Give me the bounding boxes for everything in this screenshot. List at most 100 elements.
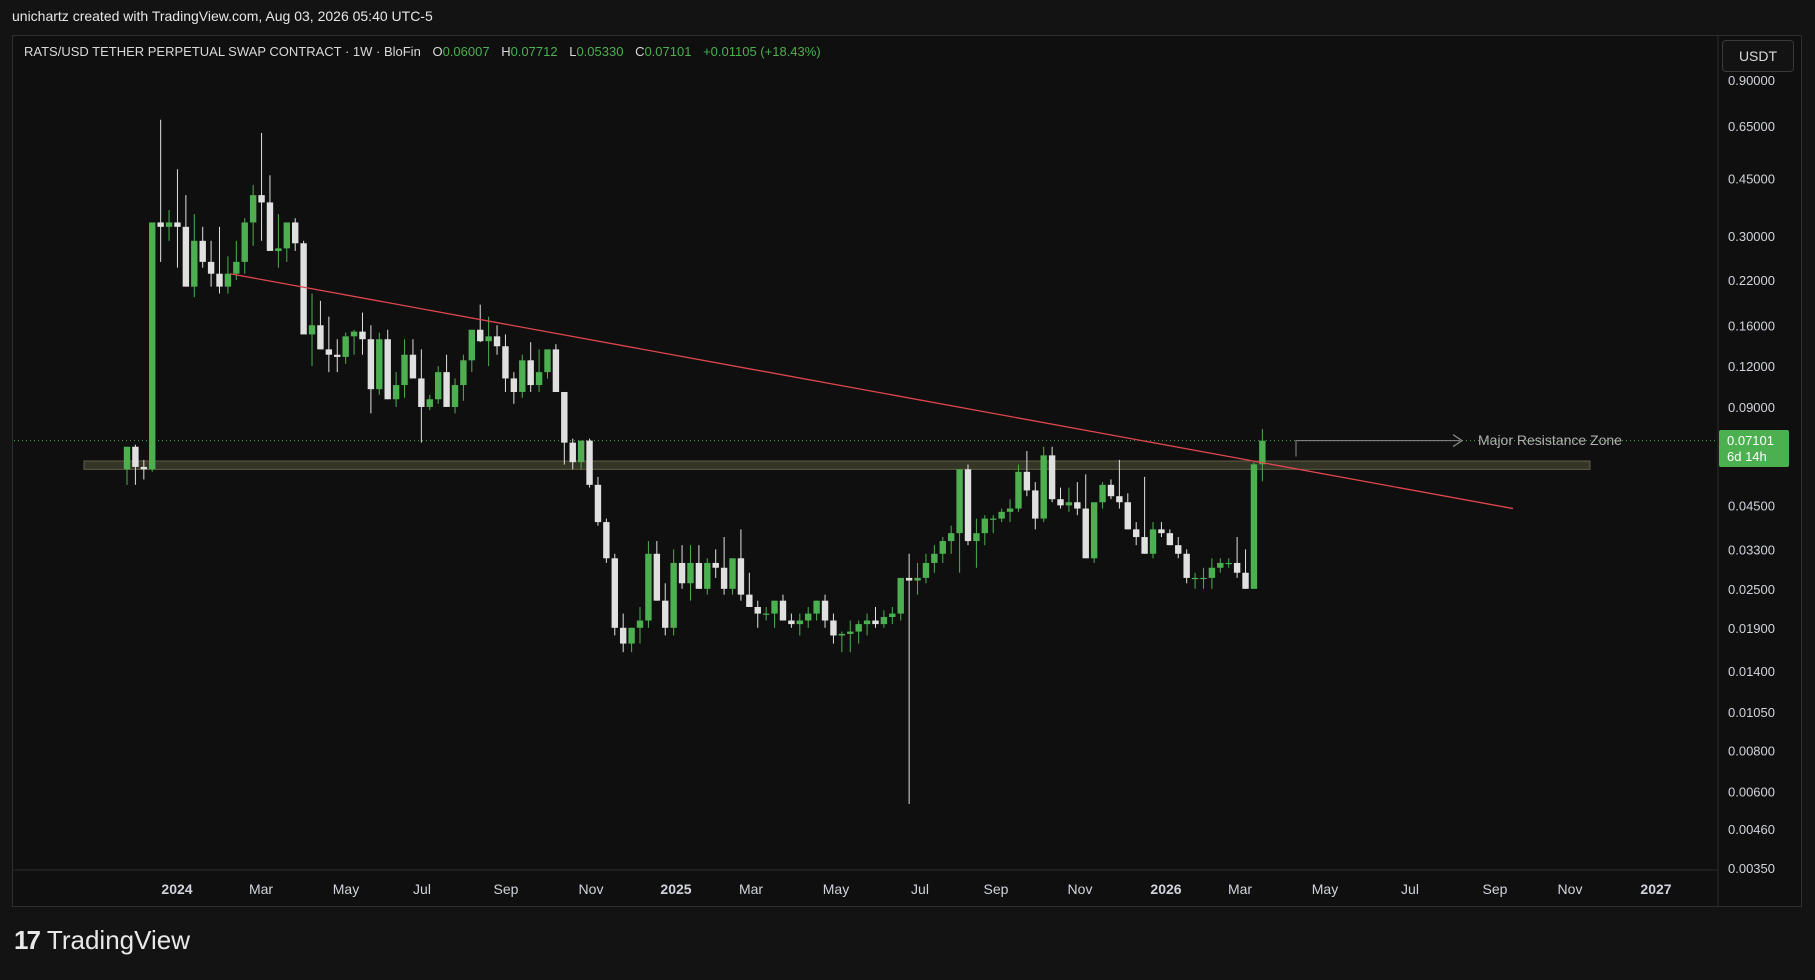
candle-body xyxy=(569,442,576,463)
tradingview-icon: 17 xyxy=(14,925,41,955)
candle-body xyxy=(830,620,837,636)
candle-body xyxy=(132,446,139,467)
y-tick-label: 0.16000 xyxy=(1728,318,1775,333)
candle-body xyxy=(1090,502,1098,559)
candle-body xyxy=(207,261,215,274)
candle-body xyxy=(426,399,433,407)
y-tick-label: 0.65000 xyxy=(1728,119,1775,134)
bar-countdown: 6d 14h xyxy=(1727,449,1767,464)
candle-body xyxy=(174,222,181,227)
candle-body xyxy=(258,195,265,203)
candle-body xyxy=(233,261,240,274)
close-value: 0.07101 xyxy=(644,44,692,59)
low-value: 0.05330 xyxy=(576,44,624,59)
candle-body xyxy=(1057,499,1064,506)
candle-body xyxy=(409,354,417,379)
candle-body xyxy=(493,336,501,347)
candle-body xyxy=(1158,529,1165,534)
candle-body xyxy=(821,600,829,621)
candle-body xyxy=(1166,533,1174,546)
symbol-legend: RATS/USD TETHER PERPETUAL SWAP CONTRACT … xyxy=(24,44,821,59)
candle-body xyxy=(1116,496,1123,503)
candle-body xyxy=(1048,455,1056,500)
y-tick-label: 0.01900 xyxy=(1728,621,1775,636)
candle-body xyxy=(762,613,770,615)
x-tick-label: Jul xyxy=(1401,881,1419,897)
candle-body xyxy=(1065,502,1073,506)
candle-body xyxy=(611,558,618,628)
candle-body xyxy=(182,226,190,287)
candle-body xyxy=(477,329,484,342)
candle-body xyxy=(350,331,358,337)
candle-body xyxy=(922,562,930,578)
candle-body xyxy=(754,606,761,614)
currency-unit-button[interactable]: USDT xyxy=(1722,40,1794,72)
candle-body xyxy=(485,336,492,342)
y-tick-label: 0.02500 xyxy=(1728,582,1775,597)
candle-body xyxy=(216,273,223,287)
x-tick-label: Sep xyxy=(1483,881,1508,897)
candle-body xyxy=(973,533,980,542)
y-tick-label: 0.45000 xyxy=(1728,171,1775,186)
y-tick-label: 0.30000 xyxy=(1728,229,1775,244)
candle-body xyxy=(535,372,543,386)
candle-body xyxy=(838,633,846,636)
candle-body xyxy=(519,360,526,392)
candle-body xyxy=(931,553,938,563)
symbol-title: RATS/USD TETHER PERPETUAL SWAP CONTRACT … xyxy=(24,44,421,59)
candle-body xyxy=(325,349,333,355)
candle-body xyxy=(662,600,669,628)
annotation-bracket xyxy=(1295,440,1460,457)
candle-body xyxy=(140,466,148,470)
candle-body xyxy=(855,624,862,632)
candle-body xyxy=(939,541,946,554)
resistance-zone xyxy=(83,460,1591,470)
candle-body xyxy=(720,567,728,589)
x-tick-label: Jul xyxy=(911,881,929,897)
x-tick-label: 2025 xyxy=(660,881,691,897)
candle-body xyxy=(401,354,408,386)
candle-body xyxy=(863,620,871,625)
y-tick-label: 0.00600 xyxy=(1728,784,1775,799)
open-value: 0.06007 xyxy=(442,44,490,59)
candle-body xyxy=(594,484,602,523)
tradingview-logo[interactable]: 17 TradingView xyxy=(14,925,190,956)
candle-body xyxy=(359,331,366,340)
candle-body xyxy=(704,562,711,589)
candlestick-chart[interactable]: 0.90000 0.65000 0.45000 0.30000 0.22000 0.160… xyxy=(0,0,1815,980)
candle-body xyxy=(897,577,904,614)
candle-body xyxy=(1225,562,1232,565)
candle-body xyxy=(712,562,719,568)
x-tick-label: 2027 xyxy=(1640,881,1671,897)
high-value: 0.07712 xyxy=(510,44,558,59)
candle-body xyxy=(165,222,173,227)
candle-body xyxy=(1141,537,1148,554)
candle-body xyxy=(283,222,290,249)
y-tick-label: 0.01400 xyxy=(1728,664,1775,679)
x-tick-label: Sep xyxy=(494,881,519,897)
candle-body xyxy=(813,600,820,614)
candle-body xyxy=(796,620,803,625)
candle-body xyxy=(889,613,896,618)
candle-body xyxy=(157,222,164,227)
candle-body xyxy=(1250,464,1258,589)
change-value: +0.01105 (+18.43%) xyxy=(703,44,821,59)
y-tick-label: 0.90000 xyxy=(1728,73,1775,88)
candle-body xyxy=(847,631,854,634)
candle-body xyxy=(552,349,560,392)
y-tick-label: 0.12000 xyxy=(1728,359,1775,374)
candle-body xyxy=(300,243,307,335)
y-tick-label: 0.09000 xyxy=(1728,400,1775,415)
candle-body xyxy=(502,346,509,379)
x-tick-label: 2026 xyxy=(1150,881,1181,897)
y-tick-label: 0.22000 xyxy=(1728,273,1775,288)
y-tick-label: 0.04500 xyxy=(1728,498,1775,513)
candle-body xyxy=(737,558,745,595)
candle-body xyxy=(1006,508,1014,512)
x-tick-label: Mar xyxy=(1228,881,1252,897)
candle-body xyxy=(964,469,972,542)
candle-body xyxy=(872,620,879,625)
y-tick-label: 0.00350 xyxy=(1728,861,1775,876)
y-tick-label: 0.00460 xyxy=(1728,822,1775,837)
candle-body xyxy=(527,360,534,386)
